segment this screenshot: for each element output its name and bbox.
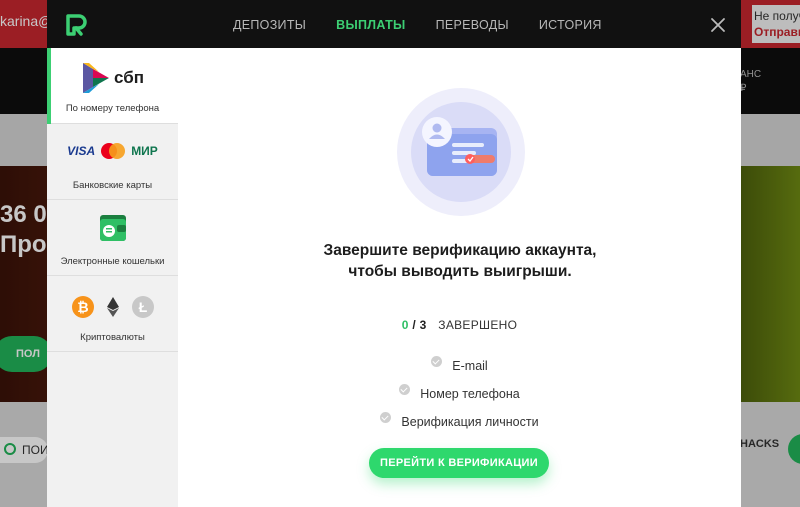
method-label: Криптовалюты <box>80 332 145 343</box>
progress-total: 3 <box>419 318 427 332</box>
verification-checklist: E-mail Номер телефона Верификация личнос… <box>178 352 741 436</box>
close-icon[interactable] <box>710 17 726 33</box>
go-to-verification-button[interactable]: ПЕРЕЙТИ К ВЕРИФИКАЦИИ <box>369 448 549 478</box>
tab-withdrawals[interactable]: ВЫПЛАТЫ <box>336 0 405 48</box>
tab-deposits[interactable]: ДЕПОЗИТЫ <box>233 0 306 48</box>
check-icon <box>380 411 392 423</box>
sbp-logo-icon <box>83 63 109 93</box>
progress-status: ЗАВЕРШЕНО <box>438 318 518 332</box>
visa-logo-icon: VISA <box>67 144 96 158</box>
id-card-illustration-icon <box>397 88 525 216</box>
progress-separator: / <box>412 318 417 332</box>
checklist-item: Верификация личности <box>178 408 741 436</box>
method-sbp[interactable]: сбп По номеру телефона <box>47 48 178 124</box>
check-icon <box>399 383 411 395</box>
payment-methods-sidebar: сбп По номеру телефона VISA МИР Банковск… <box>47 48 178 507</box>
checklist-email: E-mail <box>452 359 488 373</box>
check-icon <box>431 355 443 367</box>
svg-text:Ł: Ł <box>138 299 147 315</box>
sbp-brand-text: сбп <box>114 68 144 87</box>
tab-transfers[interactable]: ПЕРЕВОДЫ <box>436 0 509 48</box>
tabs: ДЕПОЗИТЫ ВЫПЛАТЫ ПЕРЕВОДЫ ИСТОРИЯ <box>233 0 632 48</box>
progress-done: 0 <box>401 318 409 332</box>
tab-history[interactable]: ИСТОРИЯ <box>539 0 602 48</box>
wallet-icon <box>99 215 126 241</box>
checklist-item: Номер телефона <box>178 380 741 408</box>
method-bank-cards[interactable]: VISA МИР Банковские карты <box>47 124 178 200</box>
verification-panel: Завершите верификацию аккаунта, чтобы вы… <box>178 48 741 507</box>
mir-logo-icon: МИР <box>131 144 158 158</box>
svg-text:₿: ₿ <box>77 299 88 315</box>
bitcoin-icon: ₿ <box>71 296 94 318</box>
method-e-wallets[interactable]: Электронные кошельки <box>47 200 178 276</box>
checklist-item: E-mail <box>178 352 741 380</box>
verification-title: Завершите верификацию аккаунта, чтобы вы… <box>323 242 597 280</box>
ethereum-icon <box>106 297 119 317</box>
method-label: По номеру телефона <box>65 103 160 114</box>
verification-progress: 0 / 3 ЗАВЕРШЕНО <box>178 318 741 332</box>
method-crypto[interactable]: ₿ Ł Криптовалюты <box>47 276 178 352</box>
withdraw-modal: ДЕПОЗИТЫ ВЫПЛАТЫ ПЕРЕВОДЫ ИСТОРИЯ сбп По… <box>47 0 741 507</box>
method-label: Электронные кошельки <box>60 256 165 267</box>
brand-logo-icon <box>66 14 87 36</box>
checklist-phone: Номер телефона <box>420 387 520 401</box>
checklist-identity: Верификация личности <box>401 415 539 429</box>
modal-header: ДЕПОЗИТЫ ВЫПЛАТЫ ПЕРЕВОДЫ ИСТОРИЯ <box>47 0 741 48</box>
mastercard-logo-icon <box>101 143 126 159</box>
method-label: Банковские карты <box>72 180 153 191</box>
litecoin-icon: Ł <box>131 296 154 318</box>
